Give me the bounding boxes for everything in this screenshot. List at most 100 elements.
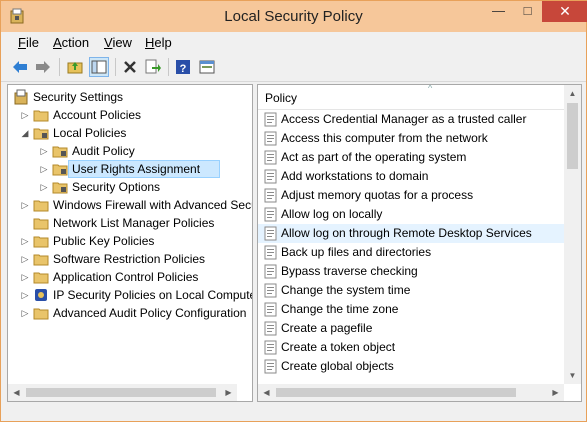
tree-item-label: Security Options (72, 180, 161, 194)
policy-name: Create a pagefile (281, 321, 373, 335)
expand-arrow-icon[interactable]: ▷ (20, 106, 30, 124)
policy-row[interactable]: Bypass traverse checking (258, 262, 564, 281)
expand-arrow-icon[interactable]: ▷ (20, 232, 30, 250)
scroll-left-arrow-icon[interactable]: ◀ (8, 384, 25, 401)
forward-button[interactable] (33, 57, 53, 77)
show-tree-icon (91, 60, 107, 74)
policy-setting-icon (264, 112, 277, 127)
menu-help[interactable]: Help (145, 35, 172, 50)
expand-arrow-icon[interactable]: ▷ (20, 196, 30, 214)
up-one-level-button[interactable] (65, 57, 85, 77)
scroll-up-arrow-icon[interactable]: ▲ (564, 85, 581, 102)
forward-arrow-icon (36, 61, 50, 73)
up-folder-icon (67, 62, 83, 74)
expand-arrow-icon[interactable]: ▷ (20, 304, 30, 322)
tree-item[interactable]: Network List Manager Policies (8, 214, 252, 232)
properties-button[interactable] (197, 57, 217, 77)
policy-row[interactable]: Adjust memory quotas for a process (258, 186, 564, 205)
expand-arrow-icon[interactable]: ▷ (20, 286, 30, 304)
policy-list-panel[interactable]: ^ Policy Access Credential Manager as a … (257, 84, 582, 402)
scroll-thumb[interactable] (567, 103, 578, 169)
folder-icon (33, 272, 49, 284)
policy-name: Change the system time (281, 283, 411, 297)
policy-row[interactable]: Create global objects (258, 357, 564, 376)
svg-text:?: ? (180, 63, 187, 75)
policy-name: Allow log on locally (281, 207, 383, 221)
maximize-button[interactable]: □ (513, 1, 542, 22)
menu-file[interactable]: File (18, 35, 39, 50)
folder-icon (52, 182, 68, 194)
minimize-button[interactable]: — (484, 1, 513, 22)
scroll-down-arrow-icon[interactable]: ▼ (564, 367, 581, 384)
policy-row[interactable]: Create a token object (258, 338, 564, 357)
scroll-thumb[interactable] (276, 388, 516, 397)
policy-row[interactable]: Create a pagefile (258, 319, 564, 338)
tree-item[interactable]: ▷ Advanced Audit Policy Configuration (8, 304, 252, 322)
tree-item[interactable]: ▷ Windows Firewall with Advanced Secu (8, 196, 252, 214)
tree-item[interactable]: ▷ Audit Policy (8, 142, 252, 160)
expand-arrow-icon[interactable]: ▷ (39, 142, 49, 160)
menu-view[interactable]: View (104, 35, 132, 50)
scroll-thumb[interactable] (26, 388, 216, 397)
status-bar (1, 403, 586, 421)
tree-item[interactable]: ▷ Application Control Policies (8, 268, 252, 286)
folder-icon (33, 308, 49, 320)
policy-row[interactable]: Back up files and directories (258, 243, 564, 262)
list-vertical-scrollbar[interactable]: ▲ ▼ (564, 85, 581, 384)
tree-item[interactable]: ▷ IP Security Policies on Local Compute (8, 286, 252, 304)
policy-row[interactable]: Change the time zone (258, 300, 564, 319)
policy-row[interactable]: Act as part of the operating system (258, 148, 564, 167)
scroll-left-arrow-icon[interactable]: ◀ (258, 384, 275, 401)
expand-arrow-icon[interactable]: ▷ (39, 178, 49, 196)
close-button[interactable]: ✕ (542, 1, 587, 22)
export-list-button[interactable] (143, 57, 163, 77)
back-button[interactable] (10, 57, 30, 77)
menu-action[interactable]: Action (53, 35, 89, 50)
policy-row[interactable]: Change the system time (258, 281, 564, 300)
policy-name: Create a token object (281, 340, 396, 354)
policy-name: Change the time zone (281, 302, 399, 316)
column-header-policy[interactable]: ^ Policy (258, 85, 564, 110)
help-icon: ? (176, 60, 190, 75)
tree-item-label: IP Security Policies on Local Compute (53, 288, 253, 302)
tree-item[interactable]: ▷ Software Restriction Policies (8, 250, 252, 268)
policy-setting-icon (264, 188, 277, 203)
expand-arrow-icon[interactable]: ▷ (39, 160, 49, 178)
show-hide-tree-button[interactable] (89, 57, 109, 77)
policy-setting-icon (264, 131, 277, 146)
security-settings-icon (14, 89, 28, 105)
help-button[interactable]: ? (173, 57, 193, 77)
list-horizontal-scrollbar[interactable]: ◀ ▶ (258, 384, 564, 401)
policy-row[interactable]: Add workstations to domain (258, 167, 564, 186)
tree-horizontal-scrollbar[interactable]: ◀ ▶ (8, 384, 237, 401)
toolbar-separator (115, 58, 116, 76)
policy-row[interactable]: Allow log on locally (258, 205, 564, 224)
folder-icon (52, 164, 68, 176)
policy-row[interactable]: Allow log on through Remote Desktop Serv… (258, 224, 564, 243)
delete-button[interactable] (120, 57, 140, 77)
tree-item[interactable]: ▷ Account Policies (8, 106, 252, 124)
app-window: Local Security Policy — □ ✕ File Action … (0, 0, 587, 422)
title-bar[interactable]: Local Security Policy — □ ✕ (1, 1, 587, 32)
tree-item[interactable]: ▷ Security Options (8, 178, 252, 196)
collapse-arrow-icon[interactable]: ◢ (20, 124, 30, 142)
tree-item[interactable]: ▷ User Rights Assignment (8, 160, 252, 178)
scroll-right-arrow-icon[interactable]: ▶ (547, 384, 564, 401)
folder-icon (33, 254, 49, 266)
policy-setting-icon (264, 340, 277, 355)
policy-row[interactable]: Access this computer from the network (258, 129, 564, 148)
scroll-right-arrow-icon[interactable]: ▶ (220, 384, 237, 401)
folder-icon (52, 146, 68, 158)
tree-item[interactable]: ◢ Local Policies (8, 124, 252, 142)
policy-setting-icon (264, 283, 277, 298)
policy-row[interactable]: Access Credential Manager as a trusted c… (258, 110, 564, 129)
tree-item[interactable]: ▷ Public Key Policies (8, 232, 252, 250)
policy-setting-icon (264, 264, 277, 279)
expand-arrow-icon[interactable]: ▷ (20, 250, 30, 268)
toolbar-separator (59, 58, 60, 76)
policy-setting-icon (264, 321, 277, 336)
column-header-label: Policy (265, 91, 298, 105)
expand-arrow-icon[interactable]: ▷ (20, 268, 30, 286)
console-tree[interactable]: Security Settings ▷ Account Policies ◢ Loca… (7, 84, 253, 402)
policy-name: Allow log on through Remote Desktop Serv… (281, 226, 532, 240)
